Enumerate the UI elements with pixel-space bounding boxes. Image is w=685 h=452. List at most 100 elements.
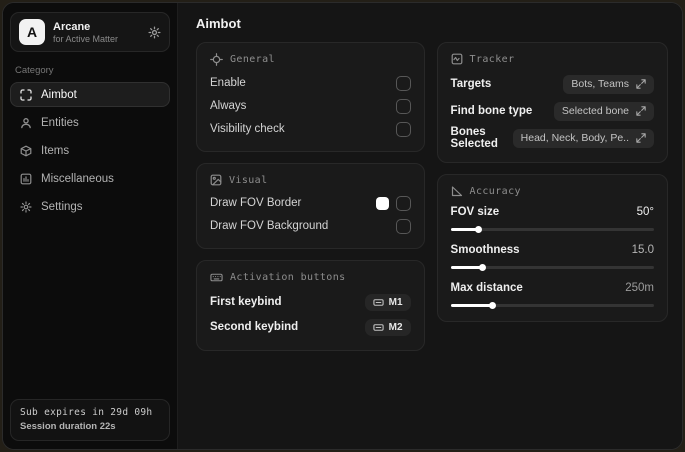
setting-label: Enable (210, 77, 246, 89)
keybind-value: M1 (388, 296, 403, 308)
card-title: Activation buttons (230, 272, 346, 283)
sidebar-item-settings[interactable]: Settings (10, 194, 170, 219)
sidebar-item-miscellaneous[interactable]: Miscellaneous (10, 166, 170, 191)
keyboard-icon (210, 271, 223, 284)
keybind-label: Second keybind (210, 321, 299, 333)
card-title: Visual (229, 174, 268, 186)
setting-row: Always (210, 95, 411, 117)
sidebar-item-label: Entities (41, 116, 79, 129)
app-window: A Arcane for Active Matter Category Aimb… (2, 2, 683, 450)
angle-icon (451, 185, 463, 197)
category-nav: Aimbot Entities Items Miscellaneous Sett… (10, 82, 170, 219)
first-keybind-button[interactable]: M1 (364, 293, 411, 311)
setting-label: Find bone type (450, 105, 533, 117)
tracker-card: Tracker Targets Bots, Teams Find bone ty… (436, 42, 668, 163)
setting-row: Draw FOV Background (210, 215, 411, 237)
sidebar-item-aimbot[interactable]: Aimbot (10, 82, 170, 107)
setting-row: Enable (210, 72, 411, 94)
sub-expiry-text: Sub expires in 29d 09h (20, 407, 153, 418)
find-bone-type-dropdown[interactable]: Selected bone (553, 101, 654, 121)
main-content: Aimbot General Enable Always Visibility … (178, 3, 682, 449)
setting-row: Targets Bots, Teams (451, 71, 654, 97)
setting-row: Bones Selected Head, Neck, Body, Pe.. (451, 125, 654, 151)
keybind-row: Second keybind M2 (210, 315, 411, 339)
sidebar-item-label: Items (41, 144, 70, 157)
card-title: Accuracy (469, 185, 521, 197)
dropdown-value: Bots, Teams (571, 78, 629, 90)
session-duration-text: Session duration 22s (20, 421, 116, 432)
setting-label: Bones Selected (450, 126, 498, 150)
setting-row: Visibility check (210, 118, 411, 140)
sidebar-item-label: Aimbot (41, 88, 77, 101)
general-card: General Enable Always Visibility check (196, 42, 425, 152)
second-keybind-button[interactable]: M2 (364, 318, 411, 336)
bones-selected-dropdown[interactable]: Head, Neck, Body, Pe.. (512, 128, 654, 148)
app-name: Arcane (53, 20, 91, 33)
image-icon (210, 174, 222, 186)
slider-value: 250m (625, 282, 654, 294)
setting-label: Draw FOV Border (210, 197, 302, 209)
dropdown-value: Selected bone (561, 105, 629, 117)
activation-buttons-card: Activation buttons First keybind M1 Seco… (196, 260, 425, 351)
visibility-check-checkbox[interactable] (395, 121, 411, 137)
gear-icon[interactable] (148, 25, 161, 39)
app-logo: A (19, 19, 45, 45)
sidebar-item-label: Miscellaneous (41, 172, 114, 185)
smoothness-slider[interactable] (450, 262, 654, 272)
key-icon (373, 322, 384, 333)
always-checkbox[interactable] (395, 98, 411, 114)
draw-fov-border-checkbox[interactable] (395, 195, 411, 211)
enable-checkbox[interactable] (395, 75, 411, 91)
accuracy-card: Accuracy FOV size 50° Smoothness 15.0 Ma… (436, 174, 668, 322)
brand-card: A Arcane for Active Matter (10, 12, 170, 52)
app-subtitle: for Active Matter (53, 33, 119, 44)
category-label: Category (15, 65, 54, 76)
slider-thumb[interactable] (479, 263, 487, 271)
subscription-card: Sub expires in 29d 09h Session duration … (10, 399, 170, 441)
slider-thumb[interactable] (475, 225, 483, 233)
draw-fov-background-checkbox[interactable] (395, 218, 411, 234)
sidebar-item-entities[interactable]: Entities (10, 110, 170, 135)
sidebar-item-label: Settings (41, 200, 83, 213)
expand-icon (636, 133, 646, 143)
page-title: Aimbot (196, 16, 241, 31)
max-distance-setting: Max distance 250m (450, 279, 654, 310)
keybind-value: M2 (388, 321, 403, 333)
card-title: General (230, 54, 275, 65)
setting-row: Find bone type Selected bone (451, 98, 654, 124)
expand-icon (636, 106, 646, 116)
fov-size-slider[interactable] (450, 224, 654, 234)
dropdown-value: Head, Neck, Body, Pe.. (520, 132, 629, 144)
visual-card: Visual Draw FOV Border Draw FOV Backgrou… (196, 163, 425, 249)
card-title: Tracker (469, 53, 515, 65)
sidebar-item-items[interactable]: Items (10, 138, 170, 163)
targets-dropdown[interactable]: Bots, Teams (563, 74, 654, 94)
setting-label: Visibility check (210, 123, 285, 135)
setting-label: Targets (450, 78, 492, 90)
brand-text: Arcane for Active Matter (53, 21, 118, 44)
person-icon (20, 117, 32, 129)
setting-label: Always (210, 100, 247, 112)
smoothness-setting: Smoothness 15.0 (450, 241, 654, 272)
slider-label: FOV size (450, 206, 500, 218)
crosshair-frame-icon (20, 88, 32, 101)
keybind-row: First keybind M1 (210, 290, 411, 314)
slider-value: 50° (636, 206, 654, 218)
gear-icon (20, 200, 32, 213)
slider-label: Smoothness (450, 244, 520, 256)
sidebar: A Arcane for Active Matter Category Aimb… (3, 3, 178, 449)
setting-label: Draw FOV Background (210, 220, 329, 232)
activity-icon (451, 53, 463, 65)
crosshair-icon (210, 53, 223, 66)
max-distance-slider[interactable] (450, 300, 654, 310)
slider-value: 15.0 (631, 244, 654, 256)
slider-thumb[interactable] (489, 301, 497, 309)
fov-border-color-swatch[interactable] (375, 196, 389, 210)
fov-size-setting: FOV size 50° (450, 203, 654, 234)
setting-row: Draw FOV Border (210, 192, 411, 214)
key-icon (373, 297, 384, 308)
cube-icon (20, 145, 32, 157)
panel-chart-icon (20, 173, 32, 185)
expand-icon (636, 79, 646, 89)
keybind-label: First keybind (210, 296, 282, 308)
